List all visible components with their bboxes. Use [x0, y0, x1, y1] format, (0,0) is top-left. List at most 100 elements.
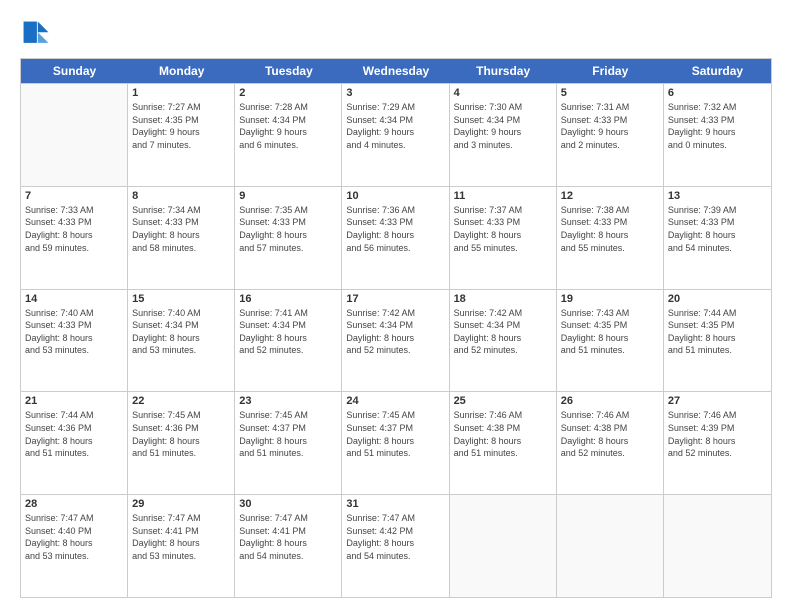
day-number: 12 — [561, 190, 659, 202]
cell-info: and 51 minutes. — [132, 447, 230, 460]
calendar-cell: 5Sunrise: 7:31 AMSunset: 4:33 PMDaylight… — [557, 84, 664, 186]
day-number: 16 — [239, 293, 337, 305]
cell-info: Daylight: 9 hours — [239, 126, 337, 139]
cell-info: Sunrise: 7:30 AM — [454, 101, 552, 114]
cell-info: Sunrise: 7:38 AM — [561, 204, 659, 217]
day-number: 9 — [239, 190, 337, 202]
calendar-body: 1Sunrise: 7:27 AMSunset: 4:35 PMDaylight… — [21, 83, 771, 597]
calendar-cell: 29Sunrise: 7:47 AMSunset: 4:41 PMDayligh… — [128, 495, 235, 597]
cell-info: Sunset: 4:34 PM — [346, 114, 444, 127]
calendar-cell — [557, 495, 664, 597]
cell-info: and 0 minutes. — [668, 139, 767, 152]
calendar-cell: 2Sunrise: 7:28 AMSunset: 4:34 PMDaylight… — [235, 84, 342, 186]
calendar-cell: 10Sunrise: 7:36 AMSunset: 4:33 PMDayligh… — [342, 187, 449, 289]
cell-info: Sunrise: 7:44 AM — [25, 409, 123, 422]
cell-info: Sunrise: 7:46 AM — [561, 409, 659, 422]
cell-info: Sunset: 4:35 PM — [668, 319, 767, 332]
cell-info: Daylight: 8 hours — [239, 229, 337, 242]
cell-info: Sunrise: 7:31 AM — [561, 101, 659, 114]
day-number: 1 — [132, 87, 230, 99]
day-number: 30 — [239, 498, 337, 510]
cell-info: Sunrise: 7:33 AM — [25, 204, 123, 217]
day-number: 13 — [668, 190, 767, 202]
calendar-cell: 15Sunrise: 7:40 AMSunset: 4:34 PMDayligh… — [128, 290, 235, 392]
calendar-day-header: Thursday — [450, 59, 557, 83]
cell-info: and 53 minutes. — [25, 344, 123, 357]
cell-info: Daylight: 8 hours — [132, 332, 230, 345]
cell-info: Daylight: 8 hours — [668, 229, 767, 242]
cell-info: Sunset: 4:37 PM — [239, 422, 337, 435]
calendar-day-header: Tuesday — [235, 59, 342, 83]
day-number: 18 — [454, 293, 552, 305]
day-number: 10 — [346, 190, 444, 202]
cell-info: Daylight: 8 hours — [132, 435, 230, 448]
calendar: SundayMondayTuesdayWednesdayThursdayFrid… — [20, 58, 772, 598]
cell-info: Sunrise: 7:40 AM — [25, 307, 123, 320]
cell-info: Sunset: 4:41 PM — [239, 525, 337, 538]
cell-info: Daylight: 8 hours — [239, 435, 337, 448]
cell-info: Daylight: 9 hours — [561, 126, 659, 139]
calendar-cell: 27Sunrise: 7:46 AMSunset: 4:39 PMDayligh… — [664, 392, 771, 494]
day-number: 8 — [132, 190, 230, 202]
cell-info: and 57 minutes. — [239, 242, 337, 255]
cell-info: Sunset: 4:33 PM — [25, 319, 123, 332]
calendar-cell: 11Sunrise: 7:37 AMSunset: 4:33 PMDayligh… — [450, 187, 557, 289]
calendar-cell: 30Sunrise: 7:47 AMSunset: 4:41 PMDayligh… — [235, 495, 342, 597]
calendar-cell: 8Sunrise: 7:34 AMSunset: 4:33 PMDaylight… — [128, 187, 235, 289]
cell-info: and 56 minutes. — [346, 242, 444, 255]
cell-info: Sunset: 4:39 PM — [668, 422, 767, 435]
cell-info: and 52 minutes. — [668, 447, 767, 460]
cell-info: Daylight: 8 hours — [346, 332, 444, 345]
day-number: 27 — [668, 395, 767, 407]
cell-info: Sunset: 4:35 PM — [561, 319, 659, 332]
cell-info: Sunrise: 7:45 AM — [346, 409, 444, 422]
cell-info: Daylight: 8 hours — [668, 435, 767, 448]
cell-info: Daylight: 8 hours — [561, 435, 659, 448]
cell-info: Sunset: 4:40 PM — [25, 525, 123, 538]
day-number: 2 — [239, 87, 337, 99]
cell-info: Daylight: 8 hours — [346, 537, 444, 550]
calendar-cell: 16Sunrise: 7:41 AMSunset: 4:34 PMDayligh… — [235, 290, 342, 392]
day-number: 22 — [132, 395, 230, 407]
cell-info: and 6 minutes. — [239, 139, 337, 152]
cell-info: and 7 minutes. — [132, 139, 230, 152]
calendar-cell: 1Sunrise: 7:27 AMSunset: 4:35 PMDaylight… — [128, 84, 235, 186]
cell-info: Sunrise: 7:47 AM — [239, 512, 337, 525]
calendar-cell: 22Sunrise: 7:45 AMSunset: 4:36 PMDayligh… — [128, 392, 235, 494]
cell-info: Sunset: 4:38 PM — [454, 422, 552, 435]
day-number: 31 — [346, 498, 444, 510]
cell-info: and 53 minutes. — [132, 344, 230, 357]
cell-info: Sunrise: 7:42 AM — [454, 307, 552, 320]
cell-info: Sunrise: 7:28 AM — [239, 101, 337, 114]
day-number: 6 — [668, 87, 767, 99]
cell-info: Sunrise: 7:47 AM — [346, 512, 444, 525]
calendar-day-header: Monday — [128, 59, 235, 83]
day-number: 19 — [561, 293, 659, 305]
calendar-cell: 23Sunrise: 7:45 AMSunset: 4:37 PMDayligh… — [235, 392, 342, 494]
cell-info: Daylight: 8 hours — [454, 229, 552, 242]
cell-info: Daylight: 8 hours — [346, 229, 444, 242]
header — [20, 18, 772, 50]
calendar-cell: 9Sunrise: 7:35 AMSunset: 4:33 PMDaylight… — [235, 187, 342, 289]
cell-info: and 4 minutes. — [346, 139, 444, 152]
day-number: 23 — [239, 395, 337, 407]
calendar-cell: 17Sunrise: 7:42 AMSunset: 4:34 PMDayligh… — [342, 290, 449, 392]
cell-info: Daylight: 8 hours — [25, 537, 123, 550]
cell-info: Sunrise: 7:29 AM — [346, 101, 444, 114]
cell-info: Sunrise: 7:47 AM — [132, 512, 230, 525]
calendar-row: 7Sunrise: 7:33 AMSunset: 4:33 PMDaylight… — [21, 186, 771, 289]
cell-info: and 53 minutes. — [132, 550, 230, 563]
cell-info: and 55 minutes. — [561, 242, 659, 255]
calendar-cell — [664, 495, 771, 597]
cell-info: and 51 minutes. — [346, 447, 444, 460]
calendar-cell: 13Sunrise: 7:39 AMSunset: 4:33 PMDayligh… — [664, 187, 771, 289]
day-number: 5 — [561, 87, 659, 99]
cell-info: Daylight: 8 hours — [346, 435, 444, 448]
cell-info: Daylight: 8 hours — [561, 332, 659, 345]
cell-info: and 54 minutes. — [239, 550, 337, 563]
cell-info: and 58 minutes. — [132, 242, 230, 255]
calendar-row: 28Sunrise: 7:47 AMSunset: 4:40 PMDayligh… — [21, 494, 771, 597]
cell-info: and 52 minutes. — [239, 344, 337, 357]
cell-info: and 51 minutes. — [25, 447, 123, 460]
cell-info: and 59 minutes. — [25, 242, 123, 255]
